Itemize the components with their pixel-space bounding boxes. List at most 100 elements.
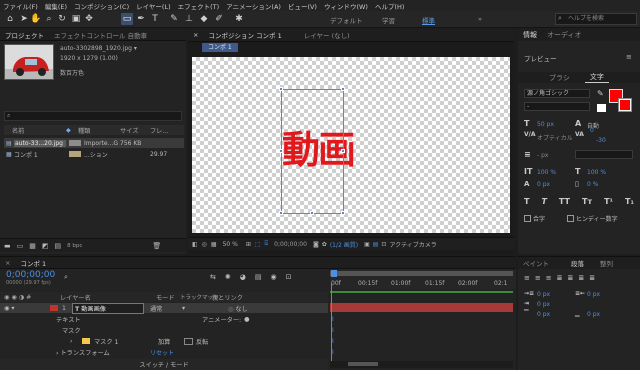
menu-edit[interactable]: 編集(E) (45, 1, 67, 11)
tab-paragraph[interactable]: 段落 (566, 258, 589, 268)
selection-tool-icon[interactable]: ➤ (18, 13, 30, 25)
workspace-default[interactable]: デフォルト (330, 15, 363, 25)
workspace-more[interactable]: » (478, 15, 482, 23)
comp-marker-icon[interactable]: ⇆ (210, 273, 216, 281)
kerning-value[interactable]: オプティカル (537, 133, 573, 142)
tab-preview[interactable]: プレビュー (524, 53, 557, 63)
frame-blend-icon[interactable]: ▤ (255, 273, 262, 281)
text-property-row[interactable]: テキスト アニメーター: ● (0, 314, 328, 324)
menu-help[interactable]: ヘルプ(H) (375, 1, 404, 11)
help-search-input[interactable]: ヘルプを検索 (555, 13, 637, 25)
shy-icon[interactable]: ◕ (240, 273, 246, 281)
keyframe-marker[interactable]: I (332, 316, 334, 323)
ligature-option[interactable]: 合字 (524, 214, 545, 223)
menu-layer[interactable]: レイヤー(L) (136, 1, 171, 11)
fit-icon[interactable]: ⊞ (246, 241, 251, 248)
draft-3d-icon[interactable]: ✺ (225, 273, 231, 281)
eyedropper-icon[interactable]: ✎ (597, 89, 604, 98)
zoom-dropdown[interactable]: 50 % (223, 241, 238, 248)
home-icon[interactable]: ⌂ (4, 13, 16, 25)
stroke-width-value[interactable]: - px (537, 152, 548, 159)
trkmat-dropdown[interactable]: ▾ (182, 305, 212, 312)
space-after-value[interactable]: 0 px (587, 311, 600, 318)
mask-mode[interactable]: 加算 (158, 337, 184, 346)
keyframe-marker[interactable]: I (332, 327, 334, 334)
transform-reset[interactable]: リセット (150, 348, 174, 357)
layer-mode[interactable]: 通常 (150, 304, 182, 313)
resize-handle[interactable] (341, 87, 345, 91)
menu-view[interactable]: ビュー(V) (288, 1, 317, 11)
col-trkmat[interactable]: トラックマット (180, 293, 219, 301)
first-line-indent-value[interactable]: 0 px (537, 301, 550, 308)
menu-composition[interactable]: コンポジション(C) (74, 1, 129, 11)
col-mode[interactable]: モード (156, 293, 180, 302)
indent-right-value[interactable]: 0 px (587, 291, 600, 298)
all-caps-icon[interactable]: TT (559, 197, 570, 206)
font-style-dropdown[interactable]: - (524, 102, 590, 111)
resolution-dropdown[interactable]: (1/2 画質) (330, 240, 358, 249)
tab-brush[interactable]: ブラシ (544, 73, 575, 83)
layer-name[interactable]: T 動画画像 (72, 302, 144, 314)
switches-modes-toggle[interactable]: スイッチ / モード (139, 360, 188, 369)
brush-tool-icon[interactable]: ✎ (168, 13, 180, 25)
invert-checkbox[interactable] (184, 337, 193, 345)
tsume-value[interactable]: 0 % (587, 181, 598, 188)
justify-left-icon[interactable]: ≣ (557, 274, 563, 282)
close-icon[interactable]: × (188, 31, 203, 39)
indent-left-value[interactable]: 0 px (537, 291, 550, 298)
tab-character[interactable]: 文字 (584, 72, 609, 83)
project-row[interactable]: ▤ auto-33...20.jpg Importe...G 756 KB (4, 138, 184, 148)
pan-behind-tool-icon[interactable]: ✥ (83, 13, 95, 25)
camera-dropdown[interactable]: アクティブカメラ (389, 240, 436, 249)
rectangle-tool-icon[interactable]: ▭ (121, 13, 133, 25)
puppet-tool-icon[interactable]: ✱ (233, 13, 245, 25)
clone-stamp-tool-icon[interactable]: ⊥ (183, 13, 195, 25)
expand-icon[interactable]: › (70, 338, 82, 345)
project-row[interactable]: ▦ コンポ 1 ...ション 29.97 (4, 149, 184, 159)
zoom-slider[interactable] (348, 362, 378, 366)
menu-file[interactable]: ファイル(F) (3, 1, 38, 11)
search-icon[interactable]: ⌕ (64, 273, 68, 282)
align-right-icon[interactable]: ≡ (546, 274, 552, 282)
hindi-option[interactable]: ヒンディー数字 (567, 214, 618, 223)
tab-comp-timeline[interactable]: コンポ 1 (15, 258, 51, 268)
new-comp-icon[interactable]: ▦ (29, 242, 36, 250)
work-area-bar[interactable] (330, 271, 513, 276)
work-area-start[interactable] (331, 270, 337, 277)
flowchart-icon[interactable]: ◩ (42, 242, 49, 250)
fast-preview-icon[interactable]: ▤ (373, 241, 379, 248)
grid-icon[interactable]: ⌸ (265, 240, 269, 248)
horizontal-scale-value[interactable]: 100 % (587, 169, 606, 176)
playhead[interactable] (331, 283, 332, 363)
color-channel-icon[interactable]: ✿ (322, 241, 327, 248)
vertical-scale-value[interactable]: 100 % (537, 169, 556, 176)
justify-right-icon[interactable]: ≣ (578, 274, 584, 282)
subscript-icon[interactable]: T₁ (625, 197, 634, 206)
tab-info[interactable]: 情報 (518, 30, 542, 40)
trash-icon[interactable]: 🗑 (152, 242, 161, 250)
font-size-value[interactable]: 50 px (537, 121, 554, 128)
type-tool-icon[interactable]: T (149, 13, 161, 25)
tracking-value[interactable]: -30 (596, 137, 606, 144)
tab-align[interactable]: 整列 (595, 258, 618, 268)
tab-project[interactable]: プロジェクト (0, 30, 49, 40)
col-type[interactable]: 種類 (78, 126, 120, 135)
resize-handle[interactable] (279, 87, 283, 91)
tab-effect-controls[interactable]: エフェクトコントロール 自動車 (49, 30, 152, 40)
faux-bold-icon[interactable]: T (524, 197, 529, 206)
menu-window[interactable]: ウィンドウ(W) (324, 1, 368, 11)
faux-italic-icon[interactable]: T (541, 197, 546, 206)
label-swatch[interactable] (50, 305, 58, 311)
tracking-top-value[interactable]: 0 (590, 127, 594, 134)
always-preview-icon[interactable]: ◧ (192, 241, 198, 248)
hand-tool-icon[interactable]: ✋ (30, 13, 42, 25)
eraser-tool-icon[interactable]: ◆ (198, 13, 210, 25)
resize-handle[interactable] (279, 149, 283, 153)
tab-audio[interactable]: オーディオ (542, 30, 587, 40)
rotate-tool-icon[interactable]: ↻ (56, 13, 68, 25)
animator-label[interactable]: アニメーター: (202, 315, 241, 324)
ligature-checkbox[interactable] (524, 215, 531, 222)
parent-dropdown[interactable]: ◎ なし (228, 304, 248, 313)
interpret-icon[interactable]: ▤ (55, 242, 62, 250)
col-parent[interactable]: 親とリンク (212, 293, 243, 302)
